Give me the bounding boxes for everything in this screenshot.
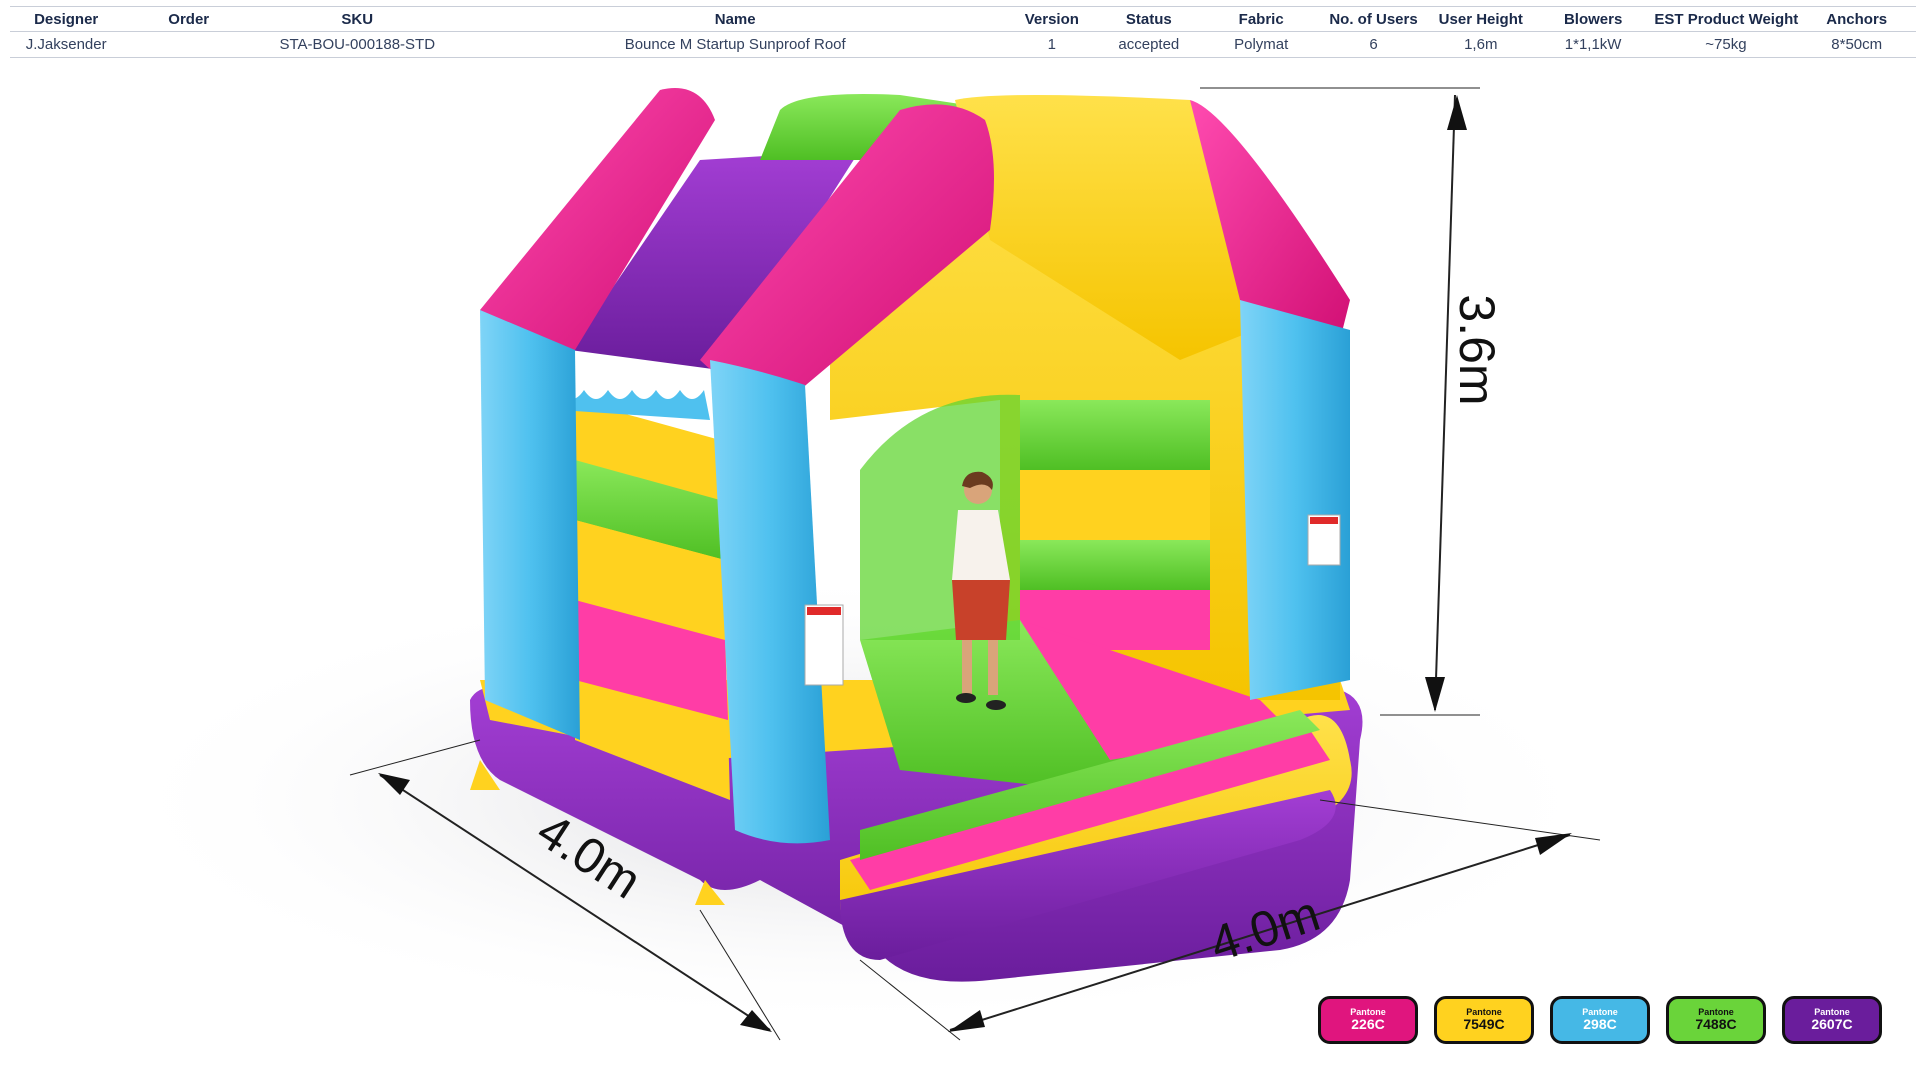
back-stripe-green-2 (1020, 540, 1210, 590)
swatch-298c-code: 298C (1583, 1016, 1617, 1033)
back-stripe-yellow (1020, 470, 1210, 540)
child-shoe-right (986, 700, 1006, 710)
header-user-height: User Height (1438, 10, 1523, 28)
spec-data-row: J.Jaksender STA-BOU-000188-STD Bounce M … (10, 31, 1916, 58)
swatch-7549c-code: 7549C (1463, 1016, 1505, 1033)
spec-table: Designer Order SKU Name Version Status F… (10, 6, 1916, 58)
header-status: Status (1125, 10, 1172, 28)
cell-user-height: 1,6m (1464, 36, 1498, 53)
cell-sku: STA-BOU-000188-STD (279, 36, 436, 53)
warning-label-right-header (1310, 517, 1338, 524)
header-designer: Designer (34, 10, 99, 28)
cell-fabric: Polymat (1234, 36, 1289, 53)
child-leg-right (988, 640, 998, 695)
swatch-226c: Pantone 226C (1318, 996, 1418, 1044)
cell-designer: J.Jaksender (25, 36, 107, 53)
cell-name: Bounce M Startup Sunproof Roof (624, 36, 846, 53)
warning-label-left (804, 604, 844, 686)
cell-weight: ~75kg (1705, 36, 1747, 53)
bounce-house-render: 3.6m 4.0m 4.0m (100, 87, 1620, 1041)
spec-header-row: Designer Order SKU Name Version Status F… (10, 6, 1916, 32)
header-weight: EST Product Weight (1654, 10, 1799, 28)
swatch-298c: Pantone 298C (1550, 996, 1650, 1044)
header-users: No. of Users (1329, 10, 1418, 28)
swatch-7488c-code: 7488C (1695, 1016, 1737, 1033)
height-arrow-top (1447, 95, 1467, 130)
header-sku: SKU (341, 10, 374, 28)
child-shoe-left (956, 693, 976, 703)
header-order: Order (168, 10, 210, 28)
cell-order (122, 32, 255, 58)
cell-status: accepted (1118, 36, 1180, 53)
pillar-left-back (480, 310, 580, 740)
header-fabric: Fabric (1238, 10, 1284, 28)
pillar-right (1240, 300, 1350, 700)
header-name: Name (714, 10, 756, 28)
child-shorts (952, 580, 1010, 640)
cell-version: 1 (1047, 36, 1056, 53)
header-anchors: Anchors (1826, 10, 1888, 28)
swatch-2607c: Pantone 2607C (1782, 996, 1882, 1044)
header-blowers: Blowers (1563, 10, 1623, 28)
cell-anchors: 8*50cm (1831, 36, 1883, 53)
swatch-226c-code: 226C (1351, 1016, 1385, 1033)
swatch-7549c: Pantone 7549C (1434, 996, 1534, 1044)
height-label: 3.6m (1449, 294, 1505, 405)
swatch-2607c-code: 2607C (1811, 1016, 1853, 1033)
swatch-7488c: Pantone 7488C (1666, 996, 1766, 1044)
cell-users: 6 (1369, 36, 1378, 53)
cell-blowers: 1*1,1kW (1564, 36, 1622, 53)
back-stripe-green-1 (1020, 400, 1210, 470)
warning-label-left-header (807, 607, 841, 615)
header-version: Version (1024, 10, 1079, 28)
child-leg-left (962, 640, 972, 695)
